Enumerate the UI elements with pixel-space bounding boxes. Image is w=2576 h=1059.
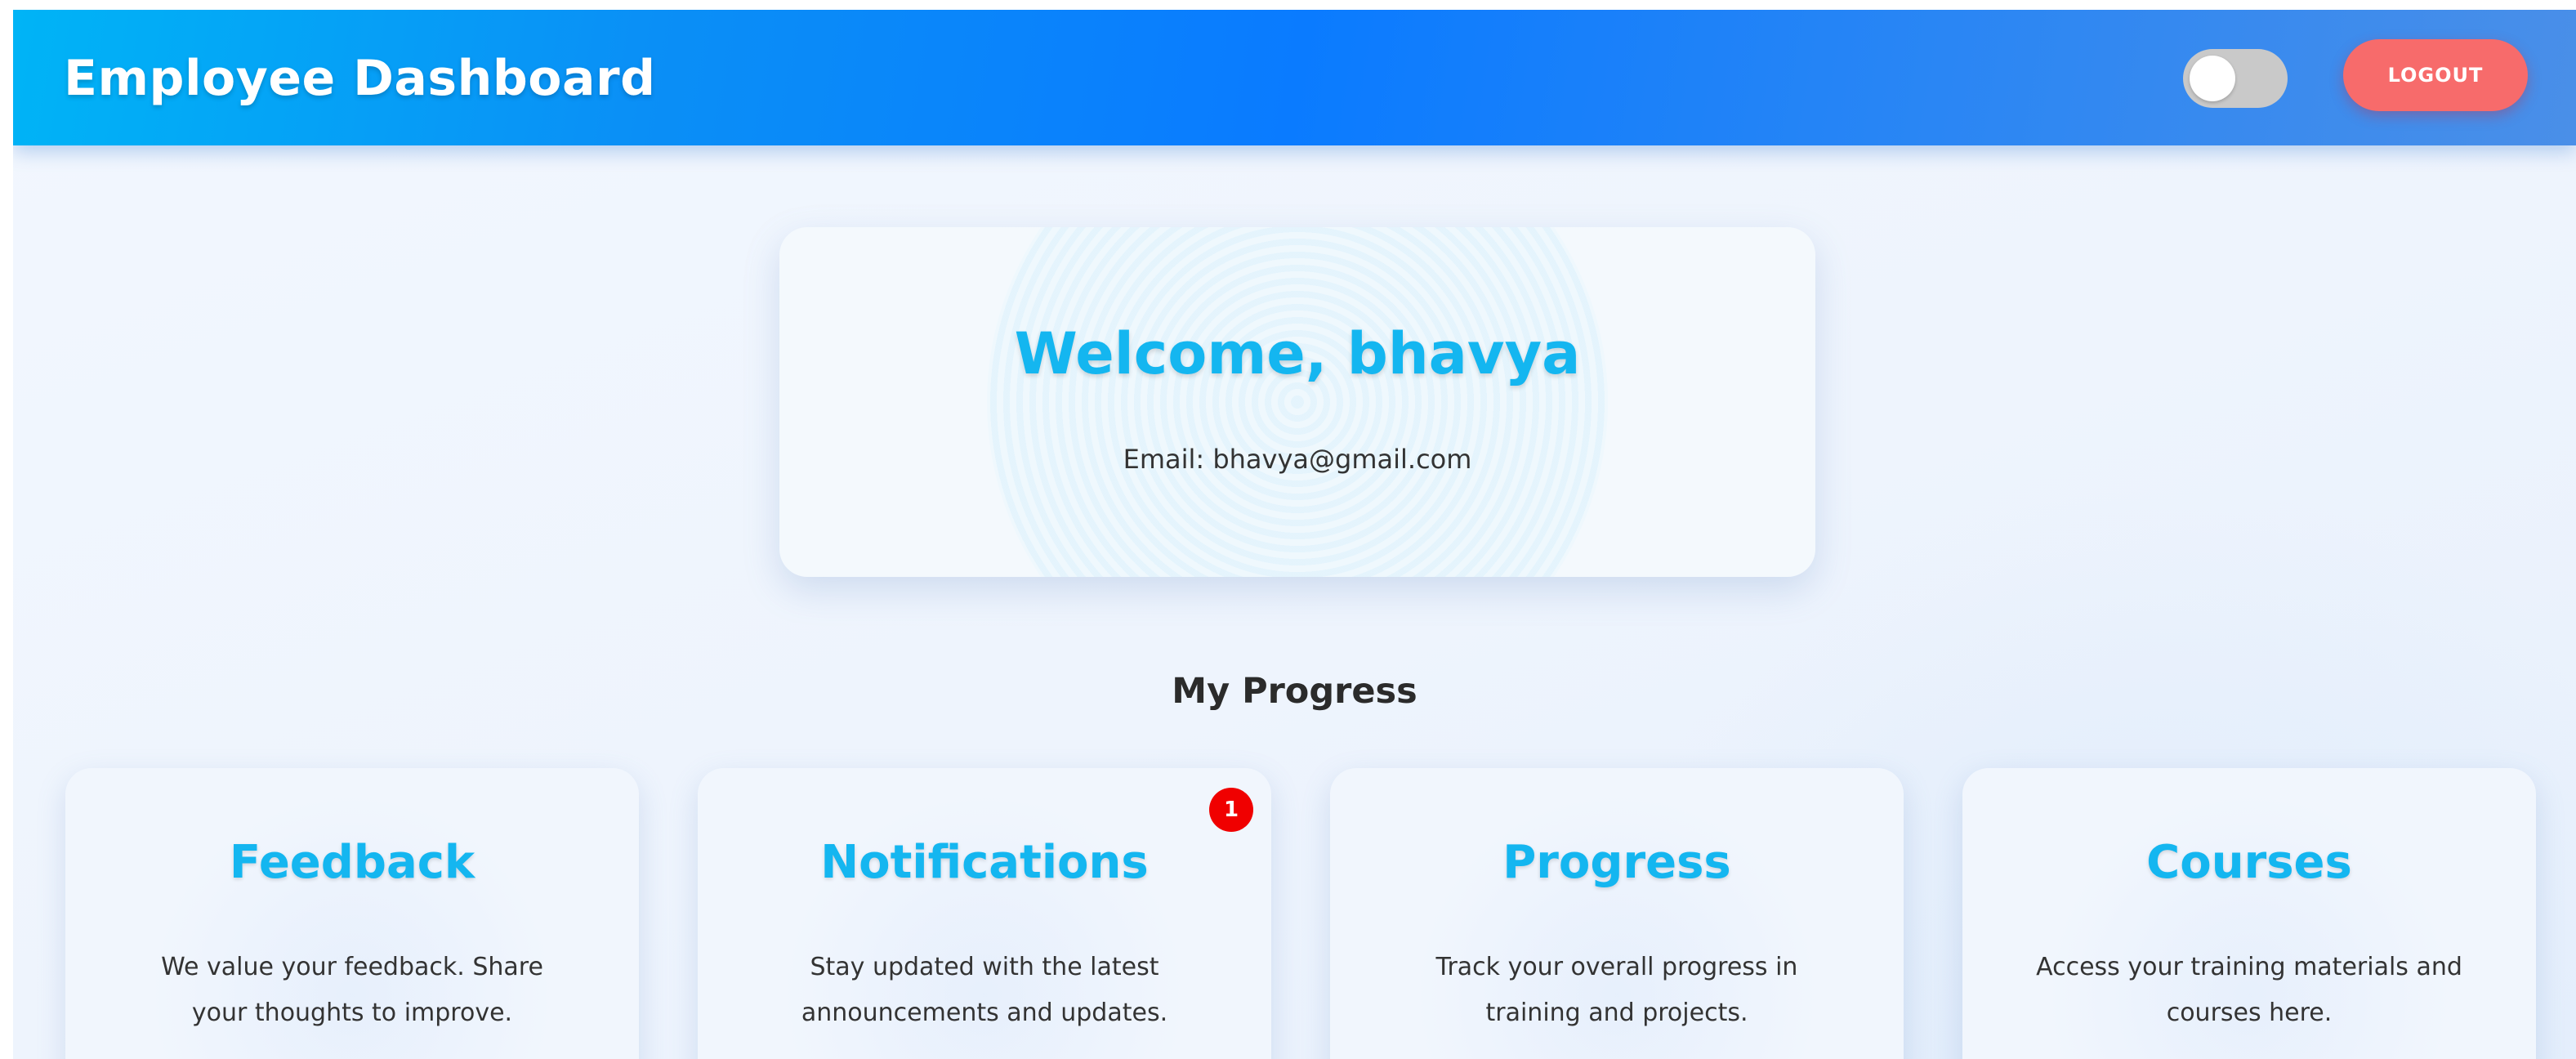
card-title: Courses	[2146, 836, 2352, 889]
card-description: Track your overall progress in training …	[1435, 953, 1798, 1027]
my-progress-heading: My Progress	[1172, 671, 1417, 712]
card-title: Feedback	[229, 836, 475, 889]
card-description: We value your feedback. Share your thoug…	[161, 953, 543, 1027]
user-email: Email: bhavya@gmail.com	[1123, 444, 1472, 475]
card-title: Notifications	[820, 836, 1149, 889]
app-viewport: Employee Dashboard LOGOUT Welcome, bhavy…	[13, 10, 2576, 1059]
notifications-card[interactable]: 1 Notifications Stay updated with the la…	[698, 768, 1271, 1059]
top-header-bar: Employee Dashboard LOGOUT	[13, 10, 2576, 145]
welcome-card: Welcome, bhavya Email: bhavya@gmail.com	[779, 227, 1815, 577]
welcome-heading: Welcome, bhavya	[1014, 320, 1581, 387]
courses-card[interactable]: Courses Access your training materials a…	[1962, 768, 2536, 1059]
card-description: Access your training materials and cours…	[2036, 953, 2462, 1027]
theme-toggle-switch[interactable]	[2183, 49, 2288, 108]
notification-count-badge: 1	[1209, 788, 1253, 832]
card-title: Progress	[1502, 836, 1731, 889]
feedback-card[interactable]: Feedback We value your feedback. Share y…	[65, 768, 639, 1059]
card-description: Stay updated with the latest announcemen…	[801, 953, 1168, 1027]
app-title: Employee Dashboard	[64, 50, 656, 107]
toggle-knob	[2190, 56, 2235, 101]
progress-card[interactable]: Progress Track your overall progress in …	[1330, 768, 1904, 1059]
logout-button[interactable]: LOGOUT	[2343, 39, 2528, 111]
